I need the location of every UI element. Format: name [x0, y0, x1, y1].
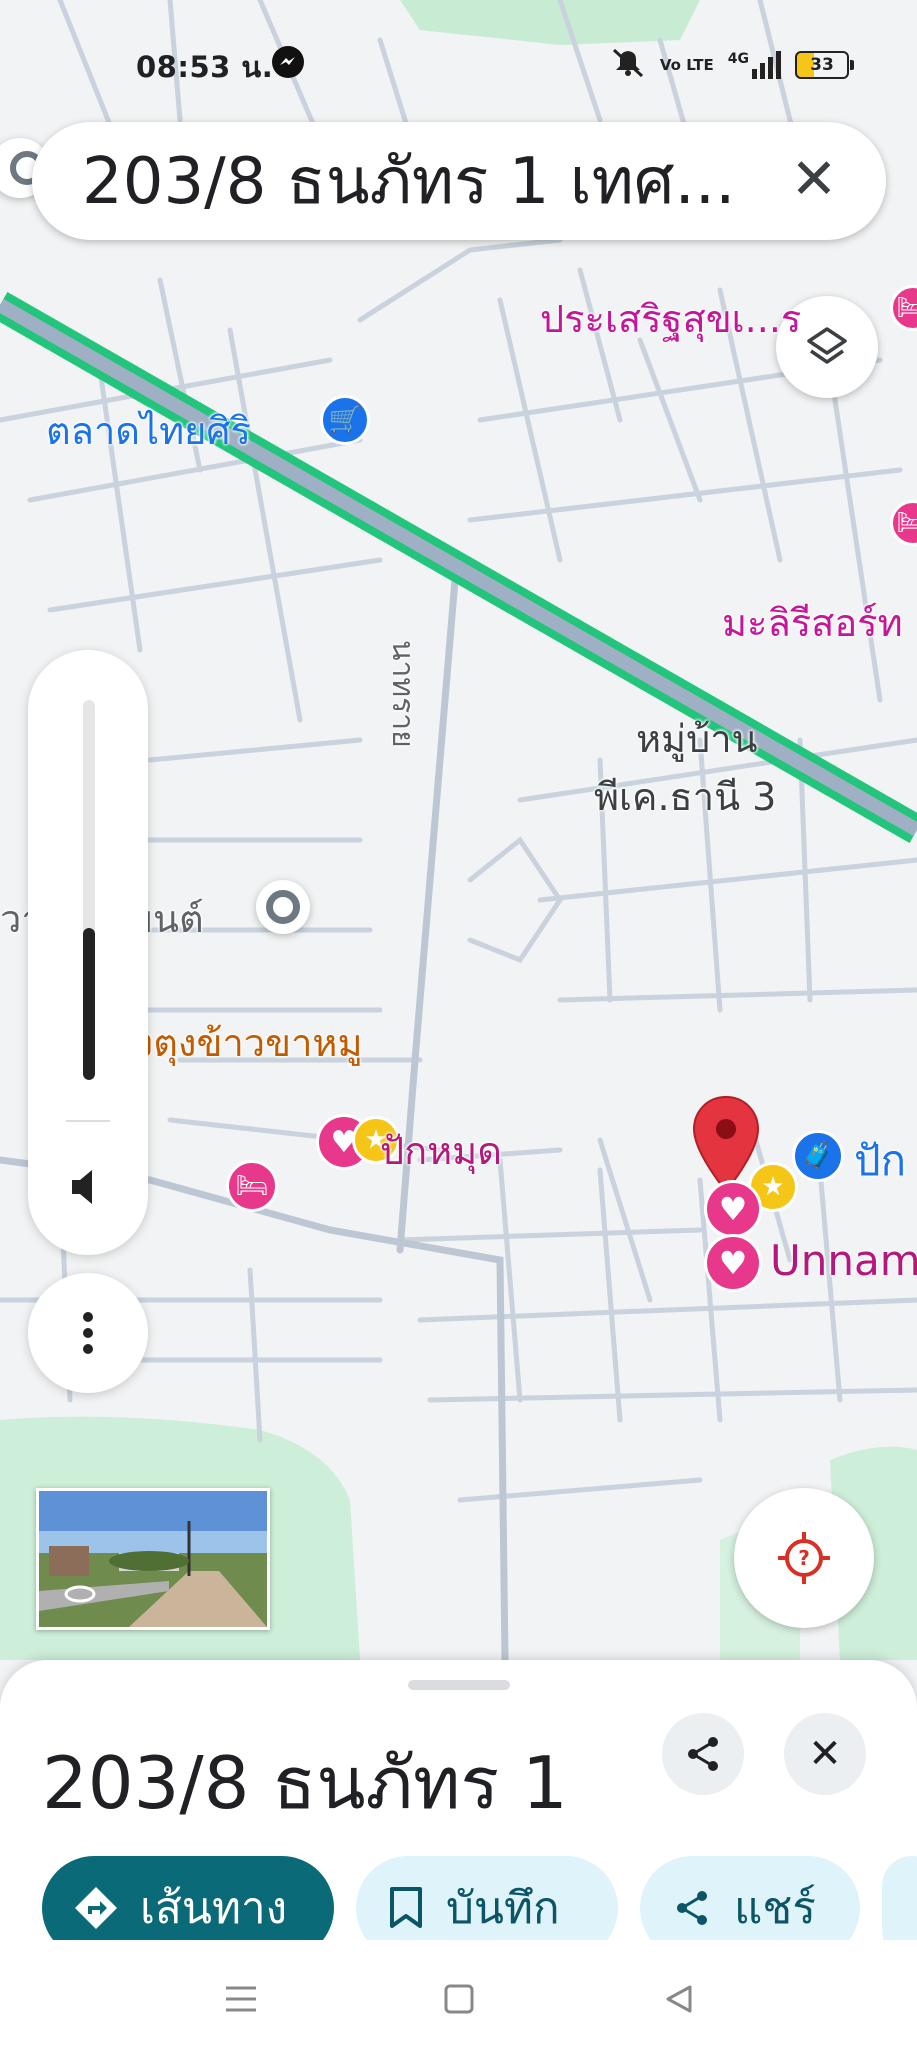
hotel-poi-icon-3[interactable]: 🛏: [226, 1160, 278, 1212]
messenger-icon: [272, 46, 304, 78]
search-bar[interactable]: 203/8 ธนภัทร 1 เทศ... ✕: [32, 122, 886, 240]
place-title: 203/8 ธนภัทร 1: [42, 1741, 568, 1825]
system-nav-bar: [0, 1940, 917, 2048]
speaker-icon[interactable]: [64, 1162, 114, 1216]
back-triangle-icon: [666, 1985, 692, 2013]
divider: [66, 1120, 110, 1122]
square-icon: [444, 1984, 474, 2014]
network-type: 4G: [727, 51, 749, 67]
map-label-market[interactable]: ตลาดไทยศิริ: [46, 400, 251, 461]
layers-icon: [807, 327, 847, 364]
share-icon-button[interactable]: [662, 1713, 744, 1795]
volte-indicator: Vo LTE: [659, 56, 714, 74]
map-label-village-line2[interactable]: พีเค.ธานี 3: [594, 766, 776, 827]
close-sheet-button[interactable]: ✕: [784, 1713, 866, 1795]
status-icons: Vo LTE 4G 33: [610, 46, 854, 84]
place-marker-icon[interactable]: [256, 880, 310, 934]
close-icon: ✕: [808, 1731, 842, 1777]
map-label-unnamed[interactable]: Unnam: [770, 1236, 917, 1285]
saved-heart-icon-3[interactable]: ♥: [704, 1234, 762, 1292]
location-unknown-icon: ?: [778, 1532, 830, 1584]
back-button[interactable]: [664, 1984, 694, 2018]
home-button[interactable]: [444, 1984, 474, 2018]
volume-slider[interactable]: [83, 700, 95, 1080]
street-view-thumbnail[interactable]: [36, 1488, 270, 1630]
status-time: 08:53 น.: [136, 50, 274, 84]
shopping-cart-icon[interactable]: 🛒: [320, 395, 370, 445]
battery-icon: 33: [795, 51, 854, 79]
map-label-prasert[interactable]: ประเสริฐสุขเ...ร: [540, 288, 801, 349]
map-label-village-line1[interactable]: หมู่บ้าน: [636, 708, 758, 769]
road-label-nasai: นาทราย: [385, 640, 420, 748]
save-label: บันทึก: [446, 1883, 560, 1934]
saved-heart-icon-2[interactable]: ♥: [704, 1180, 762, 1238]
map-label-malirisort[interactable]: มะลิรีสอร์ท: [722, 592, 903, 653]
sheet-drag-handle[interactable]: [408, 1680, 510, 1690]
bookmark-icon: [388, 1886, 424, 1930]
volume-panel[interactable]: [28, 650, 148, 1255]
menu-icon: [226, 1986, 256, 2012]
map-label-pak-right[interactable]: ปัก: [854, 1128, 906, 1194]
map-label-pakmud[interactable]: ปักหมุด: [380, 1120, 502, 1181]
rotate-360-icon: [63, 1583, 97, 1609]
share-icon: [688, 1737, 718, 1771]
luggage-icon[interactable]: 🧳: [792, 1130, 844, 1182]
signal-icon: 4G: [728, 51, 781, 79]
directions-icon: [72, 1884, 120, 1932]
my-location-button[interactable]: ?: [734, 1488, 874, 1628]
share-label: แชร์: [734, 1883, 816, 1934]
directions-label: เส้นทาง: [140, 1883, 288, 1934]
more-options-button[interactable]: [28, 1273, 148, 1393]
search-query: 203/8 ธนภัทร 1 เทศ...: [82, 145, 736, 219]
volume-level: [83, 928, 95, 1080]
more-vert-icon: [83, 1312, 93, 1354]
share-icon-small: [672, 1888, 712, 1928]
svg-text:?: ?: [798, 1546, 810, 1570]
recent-apps-button[interactable]: [224, 1984, 258, 2018]
mute-icon: [610, 46, 646, 84]
clear-search-button[interactable]: ✕: [778, 144, 850, 216]
